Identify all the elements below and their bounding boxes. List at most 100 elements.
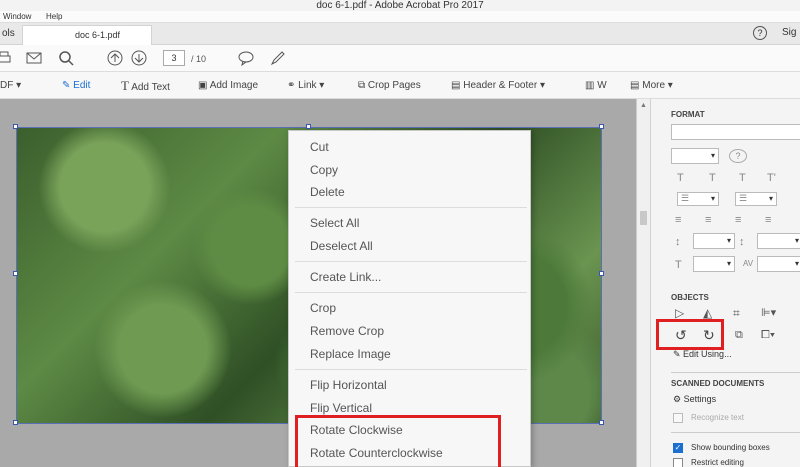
scanned-documents-header: SCANNED DOCUMENTS	[671, 379, 765, 388]
menu-item-remove-crop[interactable]: Remove Crop	[310, 323, 384, 339]
text-style-icon[interactable]: T	[677, 172, 684, 184]
add-image-button[interactable]: ▣ Add Image	[198, 79, 258, 93]
align-right-icon[interactable]: ≡	[735, 214, 741, 226]
text-style-icon[interactable]: T'	[767, 172, 776, 184]
menu-item-flip-horizontal[interactable]: Flip Horizontal	[310, 377, 387, 393]
font-family-dropdown[interactable]	[671, 124, 800, 140]
number-list-dropdown[interactable]: ☰ ▾	[735, 192, 777, 206]
edit-toolbar: DF ▾ ✎ Edit T Add Text ▣ Add Image ⚭ Lin…	[0, 72, 800, 99]
settings-label: Settings	[683, 394, 717, 404]
page-number-input[interactable]: 3	[163, 50, 185, 66]
character-spacing-dropdown[interactable]: ▾	[757, 256, 800, 272]
header-footer-button[interactable]: ▤ Header & Footer ▾	[451, 79, 545, 93]
tab-bar: ols doc 6-1.pdf ? Sig	[0, 23, 800, 45]
align-left-icon[interactable]: ≡	[675, 214, 681, 226]
resize-handle[interactable]	[599, 271, 604, 276]
tab-document[interactable]: doc 6-1.pdf	[22, 25, 152, 45]
edit-using-button[interactable]: ✎ Edit Using...	[673, 349, 732, 360]
scrollbar-thumb[interactable]	[640, 211, 647, 225]
resize-handle[interactable]	[13, 420, 18, 425]
watermark-label: W	[597, 80, 607, 91]
edit-button[interactable]: ✎ Edit	[62, 79, 90, 93]
menu-item-cut[interactable]: Cut	[310, 139, 329, 155]
print-icon[interactable]	[0, 50, 12, 66]
crop-icon[interactable]: ⌗	[733, 307, 740, 319]
tab-tools[interactable]: ols	[2, 28, 15, 39]
header-footer-label: Header & Footer	[463, 80, 538, 91]
menu-window[interactable]: Window	[3, 11, 31, 23]
more-button[interactable]: ▤ More ▾	[630, 79, 673, 93]
replace-image-icon[interactable]: ⧉	[735, 329, 743, 341]
objects-header: OBJECTS	[671, 293, 709, 302]
resize-handle[interactable]	[599, 124, 604, 129]
recognize-text-checkbox[interactable]	[673, 413, 683, 423]
resize-handle[interactable]	[599, 420, 604, 425]
flip-horizontal-icon[interactable]: ◭	[703, 307, 712, 319]
align-center-icon[interactable]: ≡	[705, 214, 711, 226]
flip-vertical-icon[interactable]: ▷	[675, 307, 684, 319]
arrange-icon[interactable]: ⧠▾	[761, 329, 775, 341]
search-icon[interactable]	[58, 50, 74, 66]
pen-icon[interactable]	[270, 50, 286, 66]
watermark-icon: ▥	[585, 80, 595, 91]
more-label: More	[642, 80, 666, 91]
edit-pdf-dropdown[interactable]: DF ▾	[0, 79, 21, 93]
show-bounding-label: Show bounding boxes	[691, 443, 770, 452]
font-help-icon[interactable]: ?	[729, 149, 747, 163]
menu-separator	[295, 369, 527, 370]
previous-page-icon[interactable]	[107, 50, 123, 66]
align-objects-icon[interactable]: ⊫▾	[761, 307, 776, 319]
add-image-label: Add Image	[209, 80, 259, 91]
next-page-icon[interactable]	[131, 50, 147, 66]
title-bar: doc 6-1.pdf - Adobe Acrobat Pro 2017	[0, 0, 800, 11]
menu-item-flip-vertical[interactable]: Flip Vertical	[310, 400, 372, 416]
settings-button[interactable]: ⚙ Settings	[673, 394, 716, 405]
line-spacing-dropdown[interactable]: ▾	[693, 233, 735, 249]
menu-item-replace-image[interactable]: Replace Image	[310, 346, 391, 362]
menu-item-crop[interactable]: Crop	[310, 300, 336, 316]
menu-item-copy[interactable]: Copy	[310, 162, 338, 178]
link-icon: ⚭	[287, 80, 296, 91]
scroll-up-icon[interactable]: ▲	[640, 102, 647, 109]
resize-handle[interactable]	[13, 124, 18, 129]
divider	[671, 372, 800, 373]
gear-icon: ⚙	[673, 394, 684, 404]
font-size-dropdown[interactable]: ▾	[671, 148, 719, 164]
resize-handle[interactable]	[13, 271, 18, 276]
add-text-button[interactable]: T Add Text	[121, 78, 170, 94]
add-text-icon: T	[121, 78, 129, 93]
text-style-icon[interactable]: T	[739, 172, 746, 184]
add-image-icon: ▣	[198, 80, 208, 91]
restrict-editing-checkbox[interactable]	[673, 458, 683, 467]
character-spacing-icon: AV	[743, 259, 754, 268]
menu-item-delete[interactable]: Delete	[310, 184, 345, 200]
restrict-editing-label: Restrict editing	[691, 458, 744, 467]
highlight-box-rotate-icons	[656, 319, 724, 350]
vertical-scrollbar[interactable]: ▲	[636, 99, 650, 467]
menu-separator	[295, 261, 527, 262]
comment-icon[interactable]	[238, 50, 254, 66]
menu-item-deselect-all[interactable]: Deselect All	[310, 238, 373, 254]
divider	[671, 432, 800, 433]
menu-item-create-link[interactable]: Create Link...	[310, 269, 381, 285]
email-icon[interactable]	[26, 50, 42, 66]
paragraph-spacing-dropdown[interactable]: ▾	[757, 233, 800, 249]
horizontal-scale-dropdown[interactable]: ▾	[693, 256, 735, 272]
more-icon: ▤	[630, 80, 640, 91]
menu-help[interactable]: Help	[46, 11, 62, 23]
bullet-list-dropdown[interactable]: ☰ ▾	[677, 192, 719, 206]
justify-icon[interactable]: ≡	[765, 214, 771, 226]
sign-in-label[interactable]: Sig	[782, 27, 796, 38]
text-style-icon[interactable]: T	[709, 172, 716, 184]
menu-separator	[295, 292, 527, 293]
menu-bar: Window Help	[0, 11, 800, 23]
watermark-button[interactable]: ▥ W	[585, 79, 607, 93]
crop-pages-button[interactable]: ⧉ Crop Pages	[358, 79, 421, 93]
menu-item-select-all[interactable]: Select All	[310, 215, 359, 231]
main-toolbar: 3 / 10	[0, 45, 800, 72]
show-bounding-checkbox[interactable]: ✓	[673, 443, 683, 453]
help-icon[interactable]: ?	[753, 26, 767, 40]
resize-handle[interactable]	[306, 124, 311, 129]
add-text-label: Add Text	[131, 82, 170, 93]
link-button[interactable]: ⚭ Link ▾	[287, 79, 324, 93]
